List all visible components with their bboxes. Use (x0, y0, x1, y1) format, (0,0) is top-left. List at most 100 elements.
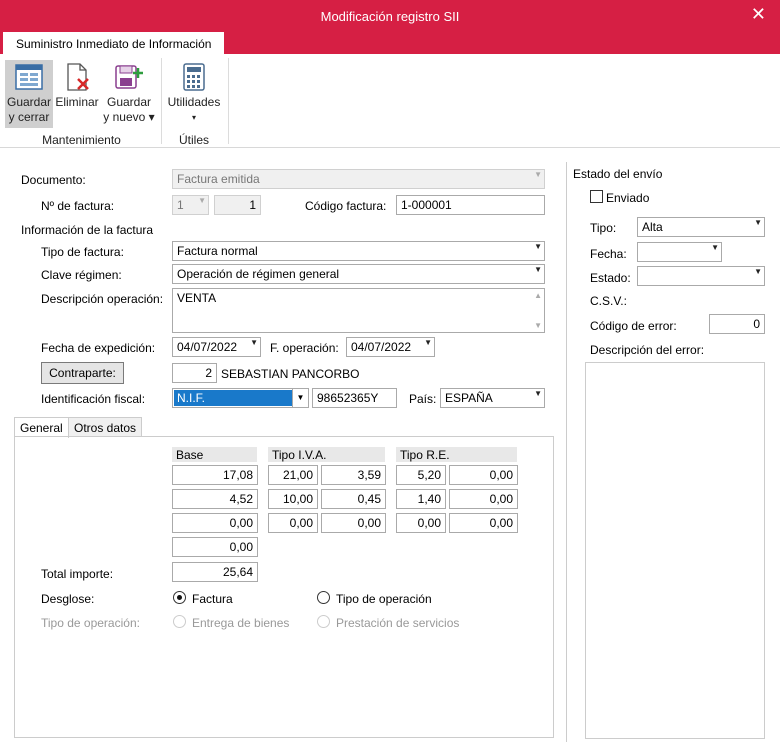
scroll-up-icon[interactable]: ▲ (534, 291, 542, 300)
desc-textarea[interactable]: VENTA ▲ ▼ (172, 288, 545, 333)
total-label: Total importe: (41, 567, 114, 581)
chevron-down-icon: ▼ (534, 265, 542, 274)
row2-iva-pct[interactable]: 10,00 (268, 489, 318, 509)
ribbon-separator (161, 58, 162, 144)
codigo-field[interactable]: 1-000001 (396, 195, 545, 215)
fexp-date[interactable]: 04/07/2022 ▼ (172, 337, 261, 357)
contraparte-button[interactable]: Contraparte: (41, 362, 124, 384)
subtotal-field[interactable]: 0,00 (172, 537, 258, 557)
save-new-button[interactable]: Guardar y nuevo ▾ (102, 60, 156, 128)
row3-iva-pct[interactable]: 0,00 (268, 513, 318, 533)
chevron-down-icon: ▼ (534, 242, 542, 251)
group-maintenance: Mantenimiento (42, 133, 121, 147)
contraparte-number[interactable]: 2 (172, 363, 217, 383)
enviado-checkbox[interactable] (590, 190, 603, 203)
close-icon[interactable]: ✕ (751, 4, 766, 25)
idfiscal-value-field[interactable]: 98652365Y (312, 388, 397, 408)
row2-iva-amt[interactable]: 0,45 (321, 489, 386, 509)
chevron-down-icon: ▼ (534, 389, 542, 398)
save-close-label-1: Guardar (6, 95, 52, 109)
tipo-envio-label: Tipo: (590, 221, 617, 235)
radio-prestacion (317, 615, 330, 628)
idfiscal-label: Identificación fiscal: (41, 392, 146, 406)
info-section-title: Información de la factura (21, 223, 154, 237)
prestacion-label: Prestación de servicios (336, 616, 460, 630)
row1-base[interactable]: 17,08 (172, 465, 258, 485)
chevron-down-icon: ▼ (754, 267, 762, 276)
csv-label: C.S.V.: (590, 294, 627, 308)
row3-re-amt[interactable]: 0,00 (449, 513, 518, 533)
contraparte-name: SEBASTIAN PANCORBO (221, 367, 360, 381)
estado-label: Estado: (590, 271, 631, 285)
chevron-down-icon: ▼ (711, 243, 719, 252)
row2-base[interactable]: 4,52 (172, 489, 258, 509)
delete-button[interactable]: Eliminar (55, 60, 99, 128)
row1-iva-pct[interactable]: 21,00 (268, 465, 318, 485)
tab-general[interactable]: General (14, 417, 69, 438)
idfiscal-type-select[interactable]: N.I.F. ▼ (172, 388, 309, 408)
clave-select[interactable]: Operación de régimen general ▼ (172, 264, 545, 284)
save-new-label-2: y nuevo ▾ (103, 110, 155, 124)
row3-base[interactable]: 0,00 (172, 513, 258, 533)
radio-desglose-factura[interactable] (173, 591, 186, 604)
numero-field: 1 (214, 195, 261, 215)
utilities-button[interactable]: Utilidades ▾ (166, 60, 222, 128)
radio-entrega (173, 615, 186, 628)
window-title: Modificación registro SII (320, 9, 460, 24)
row1-re-pct[interactable]: 5,20 (396, 465, 446, 485)
chevron-down-icon: ▼ (424, 338, 432, 347)
panel-divider (566, 162, 567, 742)
tipo-envio-select[interactable]: Alta ▼ (637, 217, 765, 237)
total-field[interactable]: 25,64 (172, 562, 258, 582)
ribbon-separator (228, 58, 229, 144)
row2-re-pct[interactable]: 1,40 (396, 489, 446, 509)
chevron-down-icon: ▼ (292, 389, 308, 407)
pais-select[interactable]: ESPAÑA ▼ (440, 388, 545, 408)
ribbon-tab-sii[interactable]: Suministro Inmediato de Información (3, 32, 225, 54)
chevron-down-icon: ▼ (534, 170, 542, 179)
save-new-icon (115, 65, 143, 89)
tab-otros-datos[interactable]: Otros datos (68, 417, 143, 437)
pais-label: País: (409, 392, 437, 406)
save-new-label-1: Guardar (106, 95, 152, 109)
header-iva: Tipo I.V.A. (268, 447, 385, 462)
row2-re-amt[interactable]: 0,00 (449, 489, 518, 509)
title-bar: Modificación registro SII ✕ (0, 0, 780, 32)
documento-select: Factura emitida ▼ (172, 169, 545, 189)
save-close-icon (15, 64, 43, 90)
estado-select[interactable]: ▼ (637, 266, 765, 286)
tipo-label: Tipo de factura: (41, 245, 124, 259)
codigo-error-label: Código de error: (590, 319, 677, 333)
radio-desglose-tipo[interactable] (317, 591, 330, 604)
header-base: Base (172, 447, 257, 462)
utilities-label: Utilidades (167, 95, 221, 109)
fexp-label: Fecha de expedición: (41, 341, 156, 355)
desglose-factura-label[interactable]: Factura (192, 592, 233, 606)
tipoop-label: Tipo de operación: (41, 616, 140, 630)
row3-re-pct[interactable]: 0,00 (396, 513, 446, 533)
enviado-label[interactable]: Enviado (606, 191, 649, 205)
desglose-label: Desglose: (41, 592, 95, 606)
chevron-down-icon: ▼ (250, 338, 258, 347)
ribbon: Guardar y cerrar Eliminar Guardar y nuev… (0, 54, 780, 148)
idfiscal-type-value: N.I.F. (174, 390, 292, 406)
entrega-label: Entrega de bienes (192, 616, 290, 630)
scroll-down-icon[interactable]: ▼ (534, 321, 542, 330)
desc-error-textarea[interactable] (585, 362, 765, 739)
delete-label: Eliminar (55, 95, 99, 109)
fecha-date[interactable]: ▼ (637, 242, 722, 262)
row1-re-amt[interactable]: 0,00 (449, 465, 518, 485)
row3-iva-amt[interactable]: 0,00 (321, 513, 386, 533)
calculator-icon (183, 63, 205, 91)
estado-section-title: Estado del envío (573, 167, 663, 181)
fop-date[interactable]: 04/07/2022 ▼ (346, 337, 435, 357)
row1-iva-amt[interactable]: 3,59 (321, 465, 386, 485)
group-utils: Útiles (178, 133, 209, 147)
desglose-tipo-label[interactable]: Tipo de operación (336, 592, 432, 606)
tipo-select[interactable]: Factura normal ▼ (172, 241, 545, 261)
save-close-button[interactable]: Guardar y cerrar (5, 60, 53, 128)
clave-label: Clave régimen: (41, 268, 122, 282)
save-close-label-2: y cerrar (8, 110, 50, 124)
codigo-error-field[interactable]: 0 (709, 314, 765, 334)
delete-document-icon (67, 63, 89, 91)
